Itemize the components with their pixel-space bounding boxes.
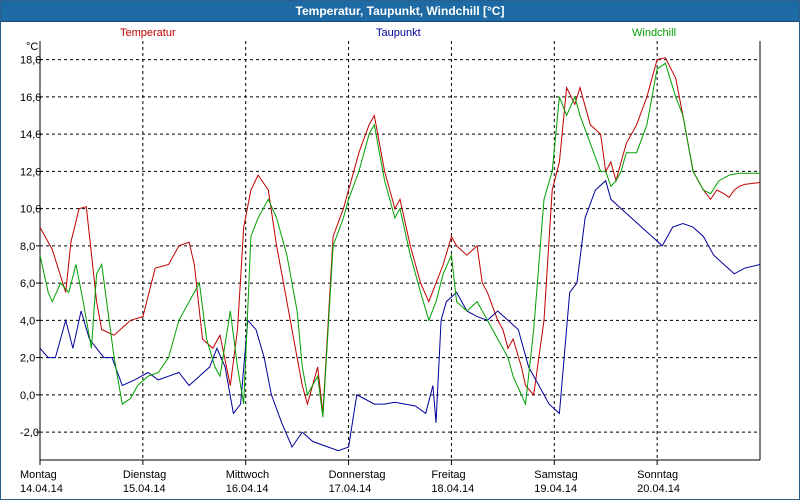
tick-labels: -2,0 0,0 2,0 4,0 6,0 8,0 10,0 12,0 14,0 16,0 18,0 M… xyxy=(20,41,680,495)
x-tick-date-label: 15.04.14 xyxy=(123,483,166,495)
x-tick-day-label: Mittwoch xyxy=(226,469,269,481)
legend-entry-temperatur: Temperatur xyxy=(120,27,176,39)
x-tick-date-label: 16.04.14 xyxy=(226,483,269,495)
x-tick-day-label: Donnerstag xyxy=(329,469,386,481)
legend-entry-taupunkt: Taupunkt xyxy=(376,27,421,39)
y-tick-label: 10,0 xyxy=(20,204,41,216)
legend-entry-windchill: Windchill xyxy=(632,27,676,39)
y-tick-label: 6,0 xyxy=(20,278,35,290)
x-tick-day-label: Sonntag xyxy=(637,469,678,481)
x-tick-day-label: Samstag xyxy=(534,469,577,481)
x-tick-date-label: 14.04.14 xyxy=(20,483,63,495)
y-tick-label: 14,0 xyxy=(20,129,41,141)
grid xyxy=(40,41,760,460)
y-tick-label: 2,0 xyxy=(20,353,35,365)
series-lines xyxy=(39,57,761,452)
y-tick-label: -2,0 xyxy=(20,427,39,439)
y-tick-label: 8,0 xyxy=(20,241,35,253)
series-line-taupunkt xyxy=(39,179,761,452)
series-line-windchill xyxy=(39,62,760,418)
x-tick-date-label: 19.04.14 xyxy=(534,483,577,495)
y-axis-unit-label: °C xyxy=(26,41,38,53)
x-tick-date-label: 17.04.14 xyxy=(329,483,372,495)
x-tick-date-label: 18.04.14 xyxy=(431,483,474,495)
y-tick-label: 4,0 xyxy=(20,315,35,327)
line-chart: -2,0 0,0 2,0 4,0 6,0 8,0 10,0 12,0 14,0 16,0 18,0 M… xyxy=(20,27,761,495)
x-tick-day-label: Freitag xyxy=(431,469,465,481)
y-tick-label: 0,0 xyxy=(20,390,35,402)
x-tick-day-label: Montag xyxy=(20,469,57,481)
y-tick-label: 16,0 xyxy=(20,92,41,104)
y-tick-label: 18,0 xyxy=(20,55,41,67)
series-line-temperatur xyxy=(39,57,761,414)
legend: Temperatur Taupunkt Windchill xyxy=(120,27,676,39)
x-tick-day-label: Dienstag xyxy=(123,469,166,481)
y-tick-label: 12,0 xyxy=(20,166,41,178)
x-tick-date-label: 20.04.14 xyxy=(637,483,680,495)
axes xyxy=(36,41,761,465)
